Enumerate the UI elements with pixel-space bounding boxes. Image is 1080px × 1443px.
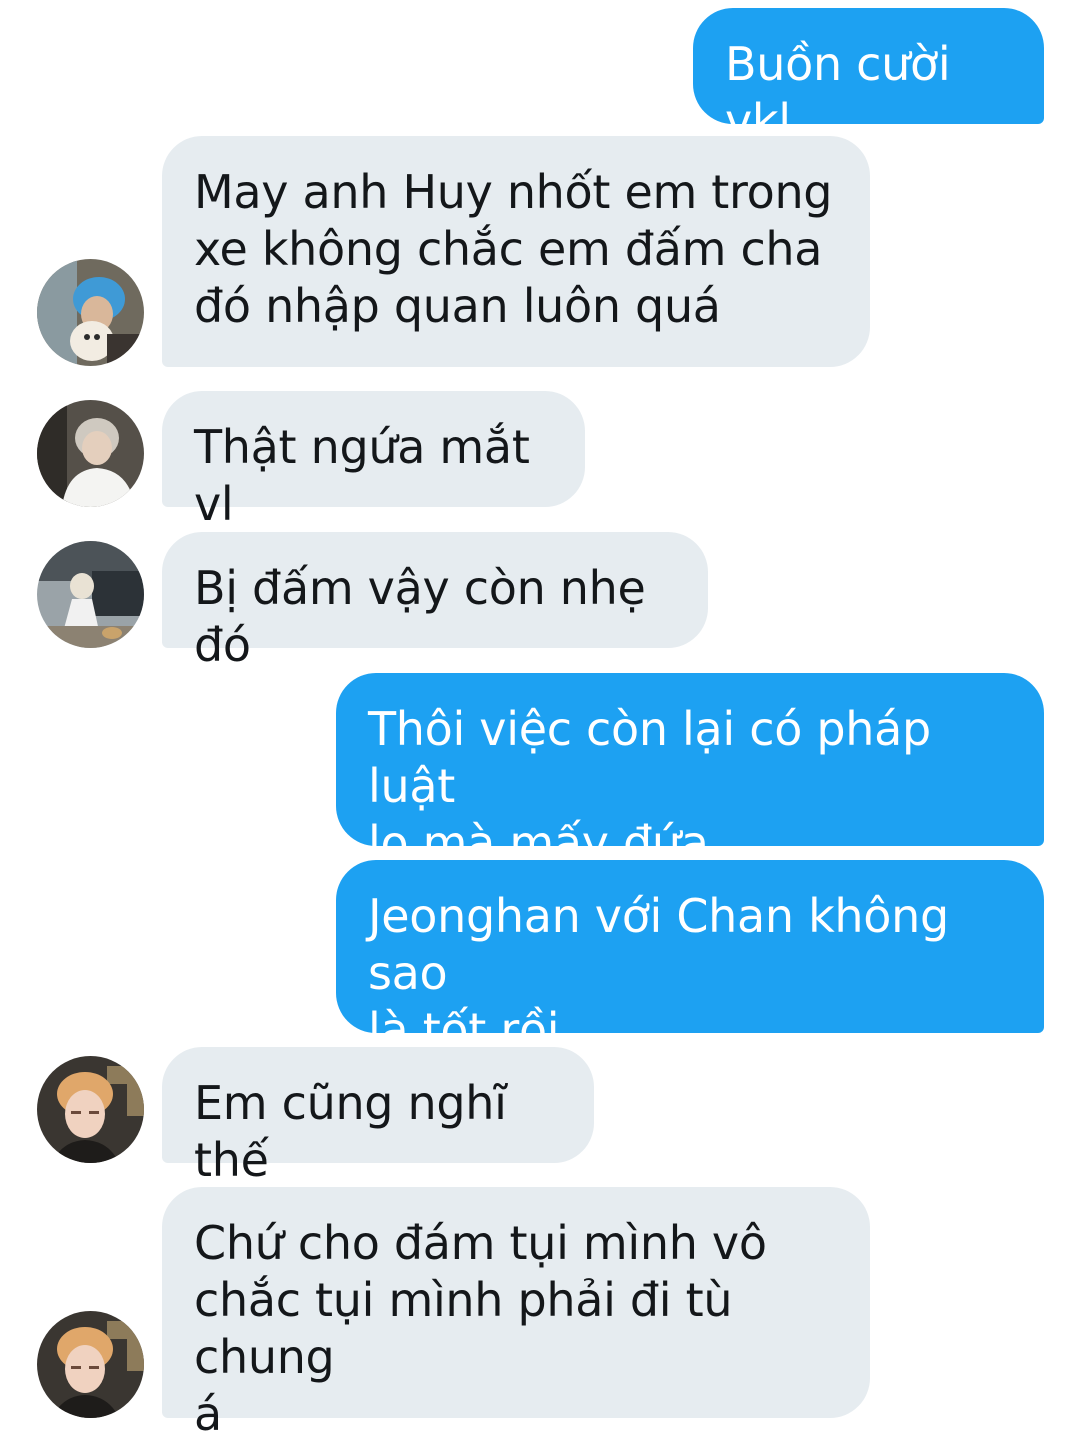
message-bubble-outgoing[interactable]: Jeonghan với Chan không sao là tốt rồi [336, 860, 1044, 1057]
user-avatar-icon[interactable] [37, 259, 144, 366]
message-bubble-incoming[interactable]: Bị đấm vậy còn nhẹ đó [162, 532, 708, 672]
message-bubble-incoming[interactable]: Thật ngứa mắt vl [162, 391, 585, 531]
message-bubble-outgoing[interactable]: Buồn cười vkl [693, 8, 1044, 148]
message-bubble-incoming[interactable]: May anh Huy nhốt em trong xe không chắc … [162, 136, 870, 367]
message-bubble-outgoing[interactable]: Thôi việc còn lại có pháp luật lo mà mấy… [336, 673, 1044, 870]
message-bubble-incoming[interactable]: Chứ cho đám tụi mình vô chắc tụi mình ph… [162, 1187, 870, 1441]
user-avatar-icon[interactable] [37, 1056, 144, 1163]
message-bubble-incoming[interactable]: Em cũng nghĩ thế [162, 1047, 594, 1187]
user-avatar-icon[interactable] [37, 1311, 144, 1418]
user-avatar-icon[interactable] [37, 400, 144, 507]
user-avatar-icon[interactable] [37, 541, 144, 648]
